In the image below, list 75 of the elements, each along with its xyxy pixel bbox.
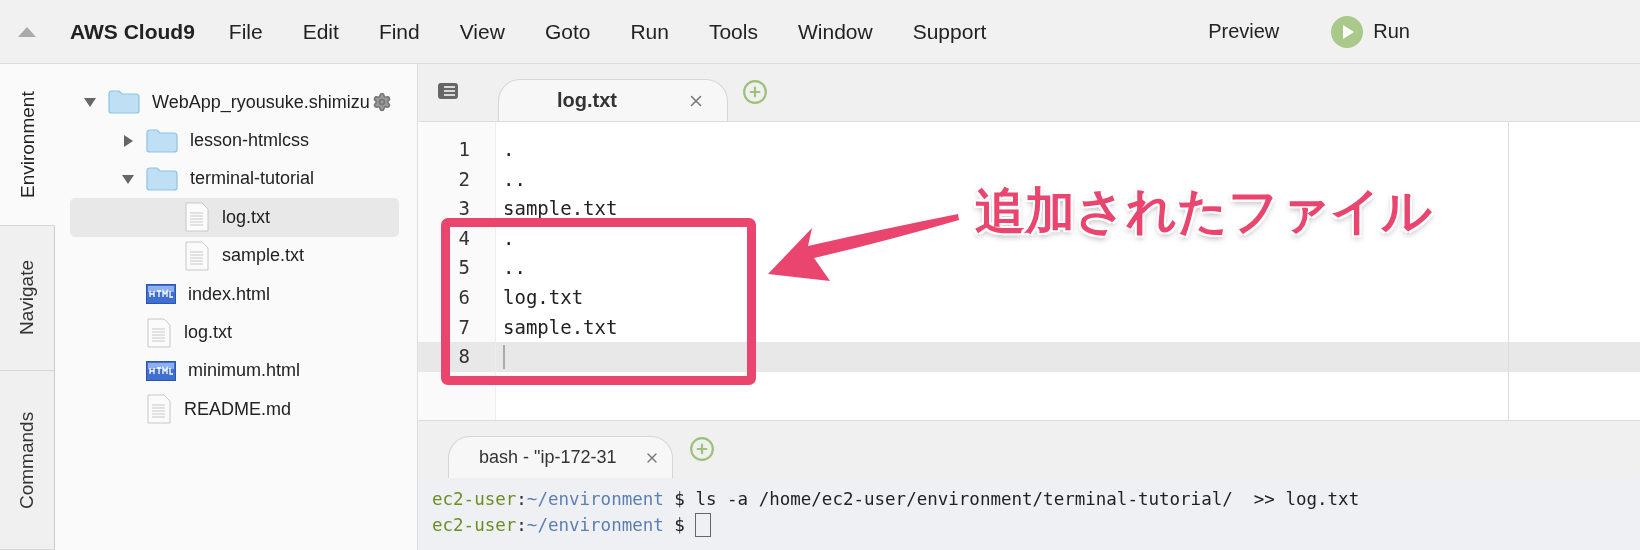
brand-title: AWS Cloud9	[70, 19, 195, 44]
code-line: sample.txt	[503, 196, 618, 222]
file-name: sample.txt	[222, 245, 305, 267]
menu-item[interactable]: Goto	[544, 19, 591, 44]
prompt-separator: :	[516, 488, 527, 511]
terminal-tab[interactable]: bash - "ip-172-31	[448, 436, 673, 478]
terminal-command: ls -a /home/ec2-user/environment/terminal-tutorial/ >> log.txt	[694, 488, 1360, 511]
file-name: index.html	[188, 283, 271, 305]
text-cursor	[503, 344, 505, 369]
tree-item[interactable]: lesson-htmlcss	[70, 121, 399, 160]
file-name: WebApp_ryousuke.shimizu	[152, 91, 370, 113]
editor-tab[interactable]: log.txt	[498, 79, 728, 121]
tree-item[interactable]: minimum.html	[70, 351, 399, 391]
folder-icon	[146, 166, 178, 191]
tree-item[interactable]: terminal-tutorial	[70, 159, 399, 199]
menu-item[interactable]: Window	[797, 19, 873, 44]
prompt-path: ~/environment	[526, 514, 664, 537]
code-line: .	[503, 137, 515, 162]
side-tab[interactable]: Navigate	[0, 226, 55, 371]
code-line: log.txt	[503, 284, 584, 310]
file-name: log.txt	[184, 322, 233, 344]
html-file-icon	[146, 284, 176, 305]
list-icon[interactable]	[438, 83, 460, 101]
tree-item[interactable]: index.html	[70, 274, 399, 314]
caret-icon[interactable]	[122, 172, 134, 185]
file-name: README.md	[184, 398, 291, 420]
line-number: 7	[457, 314, 471, 340]
file-name: log.txt	[222, 206, 271, 228]
line-number: 6	[457, 284, 471, 310]
menu-item[interactable]: View	[459, 19, 505, 44]
line-number: 5	[457, 255, 471, 281]
folder-icon	[146, 128, 178, 153]
side-tab[interactable]: Environment	[0, 64, 55, 226]
line-number: 1	[457, 137, 471, 162]
tree-item[interactable]: README.md	[70, 390, 399, 429]
prompt-path: ~/environment	[526, 488, 664, 511]
document-icon	[184, 240, 210, 271]
run-button[interactable]: Run	[1331, 15, 1410, 48]
file-name: lesson-htmlcss	[190, 130, 310, 152]
document-icon	[146, 317, 172, 348]
prompt-user: ec2-user	[432, 514, 517, 537]
prompt-user: ec2-user	[432, 488, 517, 511]
caret-icon[interactable]	[84, 96, 96, 109]
menu-item[interactable]: Support	[912, 19, 987, 44]
document-icon	[146, 394, 172, 425]
settings-icon[interactable]	[371, 92, 392, 113]
menu-item[interactable]: Find	[378, 19, 420, 44]
menu-item[interactable]: File	[228, 19, 263, 44]
selected-tree-item[interactable]: log.txt	[70, 198, 399, 237]
play-icon	[1331, 15, 1364, 48]
code-line: sample.txt	[503, 314, 618, 340]
file-name: minimum.html	[188, 360, 300, 382]
side-tab[interactable]: Commands	[0, 371, 55, 550]
tree-item[interactable]: WebApp_ryousuke.shimizu	[70, 83, 399, 122]
document-icon	[184, 202, 210, 233]
annotation-label: 追加されたファイル	[975, 181, 1432, 242]
caret-icon[interactable]	[122, 134, 134, 147]
prompt-separator: :	[516, 514, 527, 537]
html-file-icon	[146, 360, 176, 381]
code-line: ..	[503, 255, 526, 281]
tree-item[interactable]: sample.txt	[70, 236, 399, 275]
folder-icon	[108, 90, 140, 115]
preview-menu[interactable]: Preview	[1208, 20, 1280, 43]
menu-item[interactable]: Edit	[302, 19, 339, 44]
menu-item[interactable]: Run	[630, 19, 669, 44]
prompt-symbol: $	[673, 488, 685, 511]
line-number: 3	[457, 196, 471, 222]
code-line: .	[503, 225, 515, 251]
code-line: ..	[503, 166, 526, 192]
line-number: 2	[457, 166, 471, 192]
menu-item[interactable]: Tools	[708, 19, 758, 44]
prompt-symbol: $	[673, 514, 685, 537]
file-name: terminal-tutorial	[190, 168, 315, 190]
tree-item[interactable]: log.txt	[70, 313, 399, 352]
line-number: 4	[457, 225, 471, 251]
